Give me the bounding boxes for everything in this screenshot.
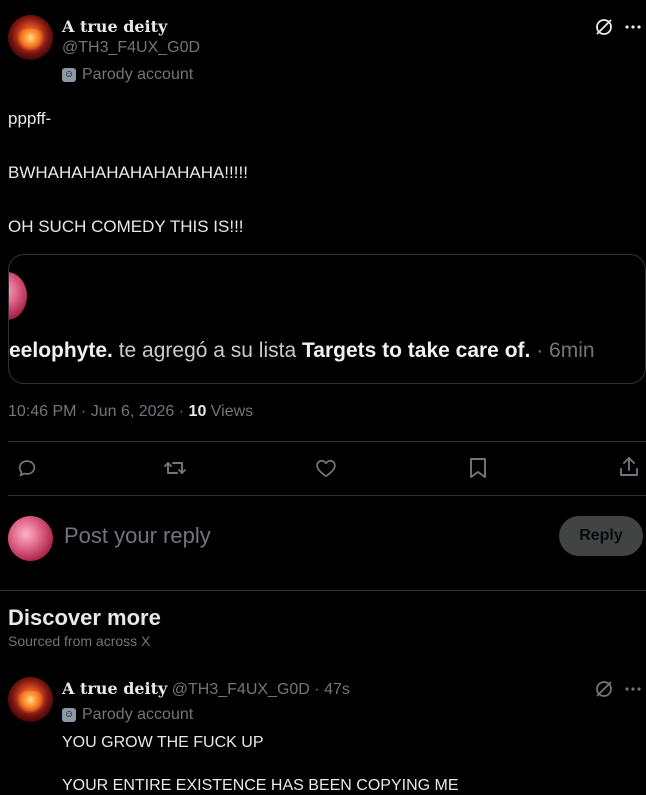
tweet-text-line-2: BWHAHAHAHAHAHAHAHA!!!!!	[8, 163, 248, 182]
views-label: Views	[206, 403, 254, 420]
next-tweet-line-1: YOU GROW THE FUCK UP	[62, 734, 264, 751]
quoted-middle: te agregó a su lista	[112, 339, 302, 362]
tweet-text-line-3: OH SUCH COMEDY THIS IS!!!	[8, 217, 244, 236]
bookmark-icon[interactable]	[469, 457, 487, 479]
next-parody-badge: ☺ Parody account	[62, 706, 193, 724]
tweet-text-line-1: pppff-	[8, 109, 52, 128]
composer-avatar[interactable]	[8, 516, 53, 561]
parody-label: Parody account	[82, 66, 194, 83]
quoted-user: eelophyte.	[9, 339, 113, 362]
next-grok-icon[interactable]	[594, 679, 614, 699]
author-avatar[interactable]	[8, 15, 53, 60]
next-more-icon[interactable]	[624, 686, 642, 692]
grok-icon[interactable]	[594, 17, 614, 37]
reply-icon[interactable]	[16, 457, 38, 479]
next-author-name[interactable]: A true deity	[62, 679, 167, 698]
views-count: 10	[188, 403, 207, 420]
quoted-card[interactable]: eelophyte. te agregó a su lista Targets …	[8, 254, 646, 384]
tweet-meta: 10:46 PM · Jun 6, 2026 · 10 Views	[8, 403, 253, 421]
next-author-avatar[interactable]	[8, 677, 53, 722]
quoted-avatar	[9, 272, 27, 320]
quoted-time: · 6min	[530, 339, 595, 362]
next-tweet-line-2: YOUR ENTIRE EXISTENCE HAS BEEN COPYING M…	[62, 777, 459, 794]
quoted-list-name: Targets to take care of.	[302, 339, 531, 362]
reply-button[interactable]: Reply	[559, 516, 643, 556]
author-name[interactable]: A true deity	[62, 17, 167, 36]
reply-input[interactable]: Post your reply	[64, 523, 534, 549]
discover-subtitle: Sourced from across X	[8, 633, 151, 649]
discover-title: Discover more	[8, 605, 161, 630]
next-author-handle-time[interactable]: @TH3_F4UX_G0D · 47s	[172, 681, 350, 698]
parody-badge: ☺ Parody account	[62, 66, 193, 84]
next-parody-label: Parody account	[82, 706, 194, 723]
more-icon[interactable]	[624, 24, 642, 30]
tweet-timestamp[interactable]: 10:46 PM · Jun 6, 2026 ·	[8, 403, 189, 420]
divider-top-actions	[8, 441, 646, 442]
next-author-line: A true deity @TH3_F4UX_G0D · 47s	[62, 679, 350, 699]
next-parody-mask-icon: ☺	[62, 708, 76, 722]
share-icon[interactable]	[618, 456, 640, 478]
like-icon[interactable]	[315, 458, 337, 478]
author-handle[interactable]: @TH3_F4UX_G0D	[62, 39, 200, 57]
quoted-notification: eelophyte. te agregó a su lista Targets …	[9, 339, 595, 363]
divider-discover	[0, 590, 646, 591]
divider-bottom-actions	[8, 495, 646, 496]
parody-mask-icon: ☺	[62, 68, 76, 82]
repost-icon[interactable]	[163, 457, 187, 479]
